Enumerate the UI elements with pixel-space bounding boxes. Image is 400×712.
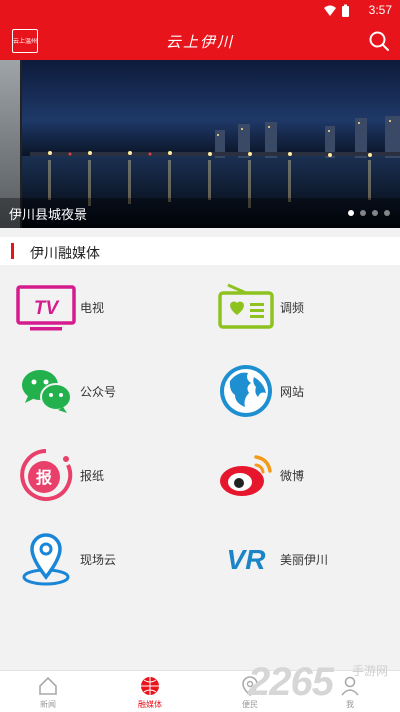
- section-accent-bar: [11, 243, 14, 259]
- tile-website[interactable]: 网站: [200, 349, 400, 433]
- location-pin-icon: [22, 533, 70, 586]
- watermark-text: 手游网: [352, 664, 389, 678]
- tab-media[interactable]: 融媒体: [120, 675, 180, 711]
- tile-label: 现场云: [80, 553, 117, 567]
- globe-icon: [141, 677, 159, 695]
- search-icon[interactable]: [368, 30, 390, 52]
- app-title: 云上伊川: [165, 33, 234, 51]
- tab-label: 融媒体: [138, 700, 162, 709]
- tile-wechat[interactable]: 公众号: [0, 349, 200, 433]
- clock: 3:57: [368, 3, 392, 17]
- carousel-dots[interactable]: [348, 210, 390, 216]
- tile-label: 调频: [280, 301, 305, 315]
- svg-text:TV: TV: [34, 298, 60, 319]
- watermark-number: 2265: [248, 660, 334, 704]
- home-icon: [39, 676, 57, 695]
- media-grid: TV 电视 调频 公众号 网站 报 报纸 微博 现场云 VR 美丽伊川: [0, 265, 400, 615]
- tile-label: 美丽伊川: [280, 553, 329, 567]
- banner-carousel[interactable]: 伊川县城夜景: [0, 60, 400, 228]
- globe-icon: [220, 365, 272, 417]
- tile-tv[interactable]: TV 电视: [0, 265, 200, 349]
- tile-vr[interactable]: VR 美丽伊川: [200, 517, 400, 601]
- svg-text:报: 报: [36, 468, 52, 487]
- weibo-icon: [220, 455, 272, 496]
- carousel-dot[interactable]: [360, 210, 366, 216]
- banner-caption: 伊川县城夜景: [9, 208, 88, 223]
- wifi-battery-icon: [324, 4, 349, 17]
- tile-newspaper[interactable]: 报 报纸: [0, 433, 200, 517]
- tile-label: 网站: [280, 385, 305, 399]
- status-bar: 3:57: [0, 0, 400, 22]
- tile-label: 公众号: [80, 385, 117, 399]
- section-title: 伊川融媒体: [30, 246, 100, 262]
- tile-live-cloud[interactable]: 现场云: [0, 517, 200, 601]
- tv-icon: TV: [16, 285, 76, 331]
- tile-label: 电视: [80, 301, 105, 315]
- wechat-icon: [22, 370, 72, 413]
- tile-weibo[interactable]: 微博: [200, 433, 400, 517]
- carousel-dot[interactable]: [348, 210, 354, 216]
- tab-label: 新闻: [40, 700, 56, 709]
- svg-text:VR: VR: [227, 544, 267, 575]
- section-header: 伊川融媒体: [0, 237, 400, 265]
- app-header: 云上温州 云上伊川: [0, 22, 400, 60]
- carousel-dot[interactable]: [372, 210, 378, 216]
- tab-news[interactable]: 新闻: [18, 675, 78, 711]
- banner-caption-bar: 伊川县城夜景: [0, 198, 400, 228]
- carousel-dot[interactable]: [384, 210, 390, 216]
- vr-icon: VR: [227, 544, 267, 575]
- newspaper-icon: 报: [20, 449, 73, 501]
- site-watermark: 2265 手游网: [248, 660, 398, 706]
- tile-radio[interactable]: 调频: [200, 265, 400, 349]
- tile-label: 微博: [280, 469, 305, 483]
- radio-icon: [218, 283, 274, 329]
- tile-label: 报纸: [80, 469, 105, 483]
